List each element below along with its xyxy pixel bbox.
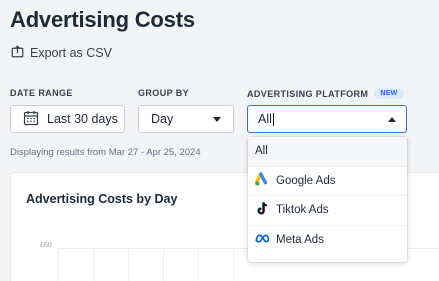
export-label: Export as CSV [30, 46, 112, 60]
grid-line [58, 248, 59, 281]
tiktok-icon [255, 201, 270, 219]
platform-input-text: All [258, 112, 274, 126]
platform-option-meta-ads[interactable]: Meta Ads [248, 226, 407, 256]
group-by-value: Day [151, 112, 174, 126]
grid-line [93, 248, 94, 281]
export-icon [11, 45, 24, 61]
platform-option-tiktok-ads[interactable]: Tiktok Ads [248, 196, 407, 226]
grid-line [233, 248, 234, 281]
grid-line [198, 248, 199, 281]
new-badge: NEW [374, 88, 404, 99]
date-range-picker[interactable]: Last 30 days [10, 105, 125, 133]
grid-line [128, 248, 129, 281]
platform-option-google-ads[interactable]: Google Ads [248, 167, 407, 196]
grid-line [163, 248, 164, 281]
group-by-label-text: GROUP BY [138, 88, 190, 98]
platform-value: All [258, 112, 272, 126]
group-by-label: GROUP BY [138, 88, 189, 98]
text-cursor [272, 112, 274, 126]
platform-dropdown-menu: All Google Ads Tiktok Ads Meta Ads [248, 137, 407, 262]
option-label: Google Ads [276, 174, 336, 187]
date-range-label: DATE RANGE [10, 88, 73, 98]
y-axis-tick: £60 [40, 242, 52, 249]
export-csv-button[interactable]: Export as CSV [11, 45, 112, 61]
meta-icon [255, 231, 270, 249]
date-range-value: Last 30 days [47, 112, 118, 126]
option-label: All [255, 145, 268, 158]
page-title: Advertising Costs [10, 7, 195, 32]
platform-option-all[interactable]: All [248, 137, 407, 167]
platform-select-input[interactable]: All [247, 105, 407, 133]
calendar-icon [23, 110, 39, 129]
advertising-costs-page: Advertising Costs Export as CSV DATE RAN… [0, 0, 439, 281]
google-ads-icon [254, 172, 270, 190]
date-range-label-text: DATE RANGE [10, 88, 73, 98]
platform-label: ADVERTISING PLATFORM NEW [247, 88, 404, 99]
chevron-down-icon [213, 116, 221, 122]
chart-title: Advertising Costs by Day [26, 192, 178, 206]
platform-label-text: ADVERTISING PLATFORM [247, 88, 369, 99]
group-by-select[interactable]: Day [138, 105, 234, 133]
chevron-up-icon[interactable] [388, 116, 396, 122]
option-label: Tiktok Ads [276, 204, 329, 217]
date-range-note: Displaying results from Mar 27 - Apr 25,… [10, 147, 201, 158]
option-label: Meta Ads [276, 234, 324, 247]
